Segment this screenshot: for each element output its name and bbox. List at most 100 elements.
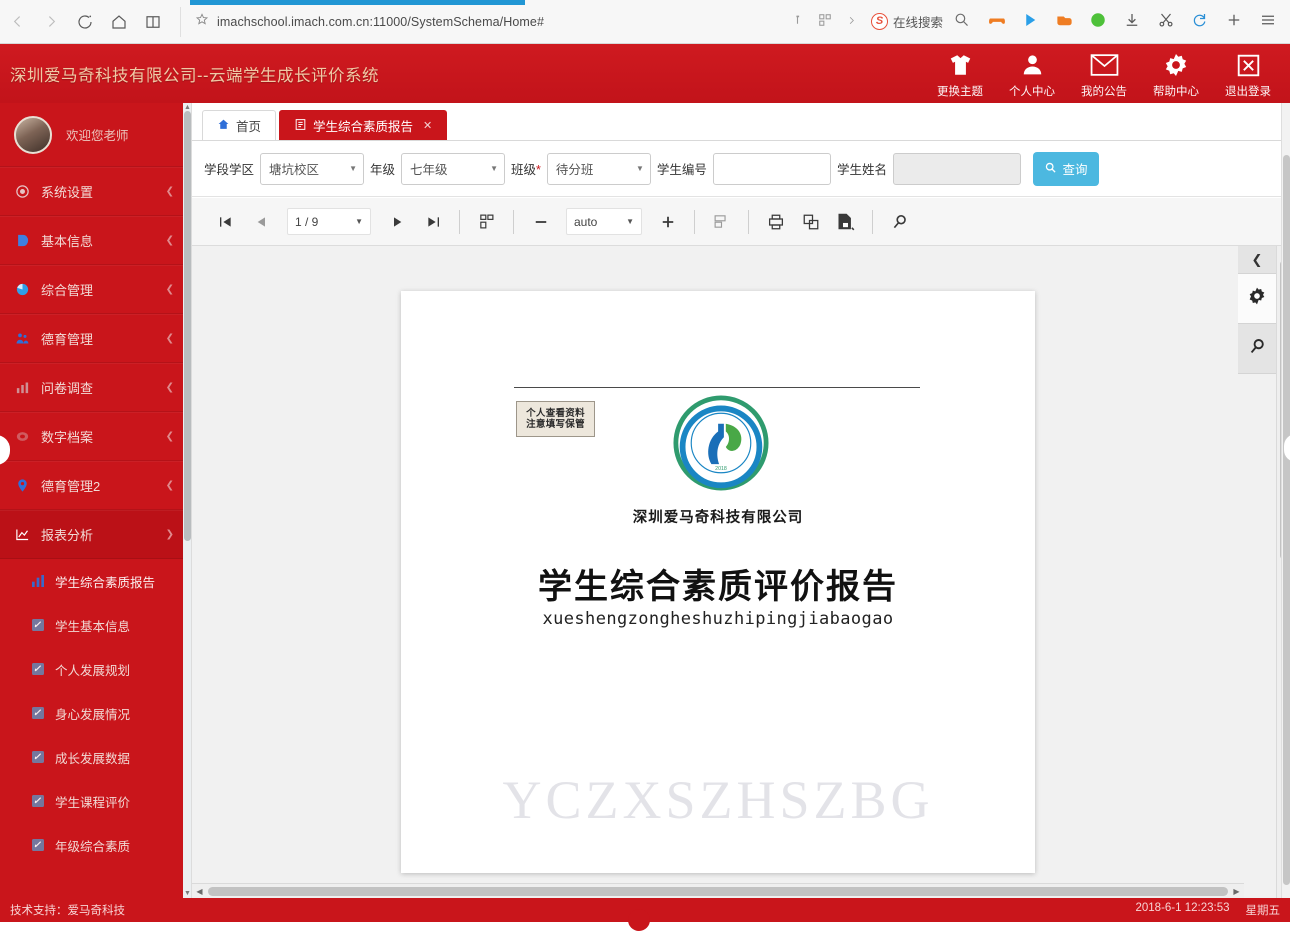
grade-value: 七年级	[410, 159, 448, 178]
chevron-right-icon[interactable]	[846, 14, 857, 30]
footer-support-text: 技术支持：爱马奇科技	[10, 902, 125, 918]
main-scroll-thumb[interactable]	[1283, 155, 1290, 885]
document-watermark: YCZXSZHSZBG	[401, 769, 1035, 831]
first-page-button[interactable]	[210, 206, 241, 237]
bookmark-star-icon[interactable]	[195, 12, 209, 31]
settings-icon	[14, 184, 31, 199]
student-name-input[interactable]	[893, 153, 1021, 185]
search-engine-label: 在线搜索	[893, 12, 943, 31]
scroll-down-arrow[interactable]: ▼	[183, 889, 192, 898]
zoom-level-select[interactable]: auto ▼	[566, 208, 642, 235]
bookmark-folder-icon[interactable]	[1055, 11, 1076, 32]
sidebar-subitem-label: 学生综合素质报告	[55, 572, 155, 591]
sidebar-item-moral-education[interactable]: 德育管理 ❮	[0, 314, 183, 363]
sidebar-scroll-thumb[interactable]	[184, 111, 191, 541]
tab-home[interactable]: 首页	[202, 110, 276, 140]
app-title: 深圳爱马奇科技有限公司--云端学生成长评价系统	[0, 62, 379, 86]
scroll-left-arrow[interactable]: ◀	[192, 884, 207, 898]
chevron-down-icon: ❮	[166, 431, 174, 442]
class-label: 班级*	[511, 159, 541, 178]
sidebar-item-moral-mgmt-2[interactable]: 德育管理2 ❮	[0, 461, 183, 510]
sidebar-profile[interactable]: 欢迎您老师	[0, 103, 183, 167]
sidebar-item-digital-archive[interactable]: 数字档案 ❮	[0, 412, 183, 461]
wechat-icon[interactable]	[1089, 11, 1110, 32]
pdf-hscroll-thumb[interactable]	[208, 887, 1228, 896]
fit-width-button[interactable]	[706, 206, 737, 237]
translate-icon[interactable]	[791, 13, 804, 31]
sidebar-item-report-analysis[interactable]: 报表分析 ❯	[0, 510, 183, 559]
stamp-line-2: 注意填写保管	[526, 420, 585, 431]
game-icon[interactable]	[987, 11, 1008, 32]
class-select[interactable]: 待分班 ▼	[547, 153, 651, 185]
print-button[interactable]	[760, 206, 791, 237]
student-no-input[interactable]	[713, 153, 831, 185]
campus-select[interactable]: 塘坑校区 ▼	[260, 153, 364, 185]
side-panel-collapse-button[interactable]: ❮	[1238, 246, 1276, 274]
sidebar: 欢迎您老师 系统设置 ❮ 基本信息 ❮ 综合管理 ❮ 德育管理 ❮ 问卷调查 ❮	[0, 103, 183, 898]
zoom-in-button[interactable]	[652, 206, 683, 237]
pdf-canvas-area[interactable]: 个人查看资料 注意填写保管 2018 深圳爱马奇科技有限公司 学生	[192, 246, 1290, 898]
header-action-change-theme[interactable]: 更换主题	[924, 48, 996, 99]
zoom-out-button[interactable]	[525, 206, 556, 237]
browser-reload-button[interactable]	[68, 5, 102, 39]
sidebar-subitem-course-evaluation[interactable]: 学生课程评价	[0, 779, 183, 823]
header-action-my-announcements[interactable]: 我的公告	[1068, 48, 1140, 99]
browser-forward-button[interactable]	[34, 5, 68, 39]
qrcode-icon[interactable]	[818, 13, 832, 30]
sidebar-scrollbar[interactable]: ▲ ▼	[183, 103, 192, 898]
last-page-button[interactable]	[417, 206, 448, 237]
cut-icon[interactable]	[1157, 11, 1178, 32]
sidebar-item-system-settings[interactable]: 系统设置 ❮	[0, 167, 183, 216]
search-icon[interactable]	[953, 11, 974, 32]
main-scrollbar[interactable]	[1281, 103, 1290, 898]
sidebar-subitem-student-basic-info[interactable]: 学生基本信息	[0, 603, 183, 647]
browser-split-view-button[interactable]	[136, 5, 170, 39]
footer: 技术支持：爱马奇科技 2018-6-1 12:23:53 星期五	[0, 898, 1290, 922]
address-bar[interactable]: imachschool.imach.com.cn:11000/SystemSch…	[180, 7, 785, 37]
search-engine-selector[interactable]: S 在线搜索	[871, 12, 943, 31]
next-page-button[interactable]	[382, 206, 413, 237]
sidebar-subitem-grade-comprehensive[interactable]: 年级综合素质	[0, 823, 183, 867]
search-button-label: 查询	[1062, 159, 1087, 178]
chevron-down-icon: ❮	[166, 382, 174, 393]
document-title-pinyin: xueshengzongheshuzhipingjiabaogao	[401, 609, 1035, 629]
side-panel-settings-button[interactable]	[1238, 274, 1276, 324]
sidebar-item-comprehensive-mgmt[interactable]: 综合管理 ❮	[0, 265, 183, 314]
close-icon[interactable]: ✕	[423, 119, 432, 132]
sidebar-item-label: 报表分析	[41, 525, 156, 544]
search-button[interactable]: 查询	[1033, 152, 1099, 186]
side-panel-search-button[interactable]	[1238, 324, 1276, 374]
header-action-label: 我的公告	[1081, 83, 1127, 99]
page-number-select[interactable]: 1 / 9 ▼	[287, 208, 371, 235]
pdf-toolbar: 1 / 9 ▼ auto ▼	[192, 198, 1290, 246]
browser-home-button[interactable]	[102, 5, 136, 39]
browser-back-button[interactable]	[0, 5, 34, 39]
video-icon[interactable]	[1021, 11, 1042, 32]
sidebar-item-survey[interactable]: 问卷调查 ❮	[0, 363, 183, 412]
add-icon[interactable]	[1225, 11, 1246, 32]
tab-student-comprehensive-report[interactable]: 学生综合素质报告 ✕	[279, 110, 447, 140]
thumbnails-button[interactable]	[471, 206, 502, 237]
sidebar-item-basic-info[interactable]: 基本信息 ❮	[0, 216, 183, 265]
document-rule	[514, 387, 920, 388]
sidebar-subitem-personal-dev-plan[interactable]: 个人发展规划	[0, 647, 183, 691]
refresh-icon[interactable]	[1191, 11, 1212, 32]
header-action-logout[interactable]: 退出登录	[1212, 48, 1284, 99]
pdf-horizontal-scrollbar[interactable]: ◀ ▶	[192, 883, 1244, 898]
document-title: 学生综合素质评价报告	[401, 559, 1035, 608]
sidebar-subitem-growth-data[interactable]: 成长发展数据	[0, 735, 183, 779]
find-button[interactable]	[884, 206, 915, 237]
copy-button[interactable]	[795, 206, 826, 237]
menu-icon[interactable]	[1259, 11, 1280, 32]
chevron-down-icon: ▼	[626, 217, 634, 226]
sidebar-subitem-physical-mental-dev[interactable]: 身心发展情况	[0, 691, 183, 735]
grade-select[interactable]: 七年级 ▼	[401, 153, 505, 185]
header-action-personal-center[interactable]: 个人中心	[996, 48, 1068, 99]
app-header: 深圳爱马奇科技有限公司--云端学生成长评价系统 更换主题 个人中心 我的公告 帮…	[0, 44, 1290, 103]
sidebar-subitem-student-comprehensive-report[interactable]: 学生综合素质报告	[0, 559, 183, 603]
url-text: imachschool.imach.com.cn:11000/SystemSch…	[217, 15, 544, 29]
download-icon[interactable]	[1123, 11, 1144, 32]
prev-page-button[interactable]	[245, 206, 276, 237]
header-action-help-center[interactable]: 帮助中心	[1140, 48, 1212, 99]
save-button[interactable]	[830, 206, 861, 237]
